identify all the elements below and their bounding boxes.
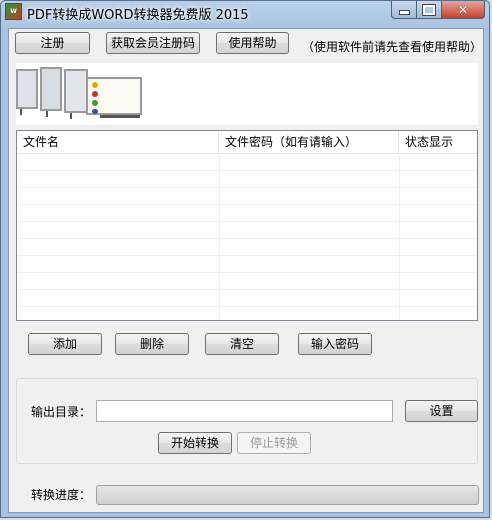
settings-button[interactable]: 设置 [405, 400, 478, 422]
close-icon: ✕ [457, 2, 469, 17]
magnet-yellow [92, 82, 98, 88]
table-cell [219, 238, 400, 255]
stop-convert-button: 停止转换 [237, 432, 311, 454]
board-leg [46, 111, 48, 117]
magnet-green [92, 100, 98, 106]
conversion-progress-bar [96, 485, 479, 505]
board-leg [20, 109, 22, 115]
table-cell [17, 221, 220, 238]
get-member-code-button[interactable]: 获取会员注册码 [106, 32, 200, 54]
table-cell [17, 204, 220, 221]
table-cell [17, 153, 220, 170]
board-tray [100, 115, 140, 118]
table-row[interactable] [17, 204, 477, 222]
table-cell [17, 272, 220, 289]
progress-label: 转换进度： [31, 488, 92, 502]
table-cell [17, 187, 220, 204]
table-row[interactable] [17, 221, 477, 239]
table-cell [17, 306, 220, 320]
whiteboard-graphic [86, 77, 142, 115]
table-cell [219, 289, 400, 306]
table-cell [219, 255, 400, 272]
add-button[interactable]: 添加 [28, 333, 102, 355]
table-cell [219, 272, 400, 289]
table-row[interactable] [17, 187, 477, 205]
table-cell [17, 255, 220, 272]
minimize-button[interactable] [391, 1, 417, 19]
enter-password-button[interactable]: 输入密码 [298, 333, 372, 355]
whiteboard-graphic [40, 67, 62, 111]
table-cell [219, 170, 400, 187]
table-cell [219, 204, 400, 221]
table-cell [17, 170, 220, 187]
table-cell [219, 306, 400, 320]
table-cell [17, 238, 220, 255]
output-dir-input[interactable] [96, 400, 393, 422]
maximize-button[interactable] [417, 1, 442, 19]
column-header-filename[interactable]: 文件名 [17, 131, 219, 153]
window-title: PDF转换成WORD转换器免费版 2015 [27, 8, 249, 23]
magnet-red [92, 91, 98, 97]
table-row[interactable] [17, 170, 477, 188]
table-cell [219, 221, 400, 238]
table-cell [17, 289, 220, 306]
column-header-status[interactable]: 状态显示 [399, 131, 477, 153]
table-row[interactable] [17, 238, 477, 256]
table-cell [219, 187, 400, 204]
help-note: （使用软件前请先查看使用帮助） [302, 40, 483, 54]
app-window: W PDF转换成WORD转换器免费版 2015 ✕ 注册 获取会员注册码 使用帮… [0, 0, 490, 518]
maximize-icon [422, 3, 436, 16]
file-list-table[interactable]: 文件名 文件密码（如有请输入） 状态显示 [16, 130, 478, 321]
help-button[interactable]: 使用帮助 [216, 32, 289, 54]
table-row[interactable] [17, 153, 477, 171]
window-controls: ✕ [391, 1, 485, 19]
main-panel: 注册 获取会员注册码 使用帮助 （使用软件前请先查看使用帮助） 文件名 文件密码… [8, 28, 484, 513]
table-header: 文件名 文件密码（如有请输入） 状态显示 [17, 131, 477, 154]
minimize-icon [398, 10, 410, 15]
title-bar[interactable]: W PDF转换成WORD转换器免费版 2015 ✕ [1, 1, 489, 23]
column-header-password[interactable]: 文件密码（如有请输入） [219, 131, 399, 153]
whiteboard-graphic [16, 69, 38, 109]
table-row[interactable] [17, 272, 477, 290]
table-row[interactable] [17, 306, 477, 320]
table-cell [219, 153, 400, 170]
table-row[interactable] [17, 289, 477, 307]
magnet-blue [92, 109, 98, 114]
delete-button[interactable]: 删除 [115, 333, 189, 355]
output-dir-label: 输出目录： [31, 405, 92, 419]
register-button[interactable]: 注册 [15, 32, 90, 54]
close-button[interactable]: ✕ [442, 1, 485, 19]
app-icon[interactable]: W [5, 3, 22, 20]
clear-button[interactable]: 清空 [205, 333, 279, 355]
table-row[interactable] [17, 255, 477, 273]
banner-image [16, 63, 478, 125]
whiteboard-graphic [64, 69, 88, 113]
start-convert-button[interactable]: 开始转换 [158, 432, 232, 454]
board-leg [70, 113, 72, 119]
